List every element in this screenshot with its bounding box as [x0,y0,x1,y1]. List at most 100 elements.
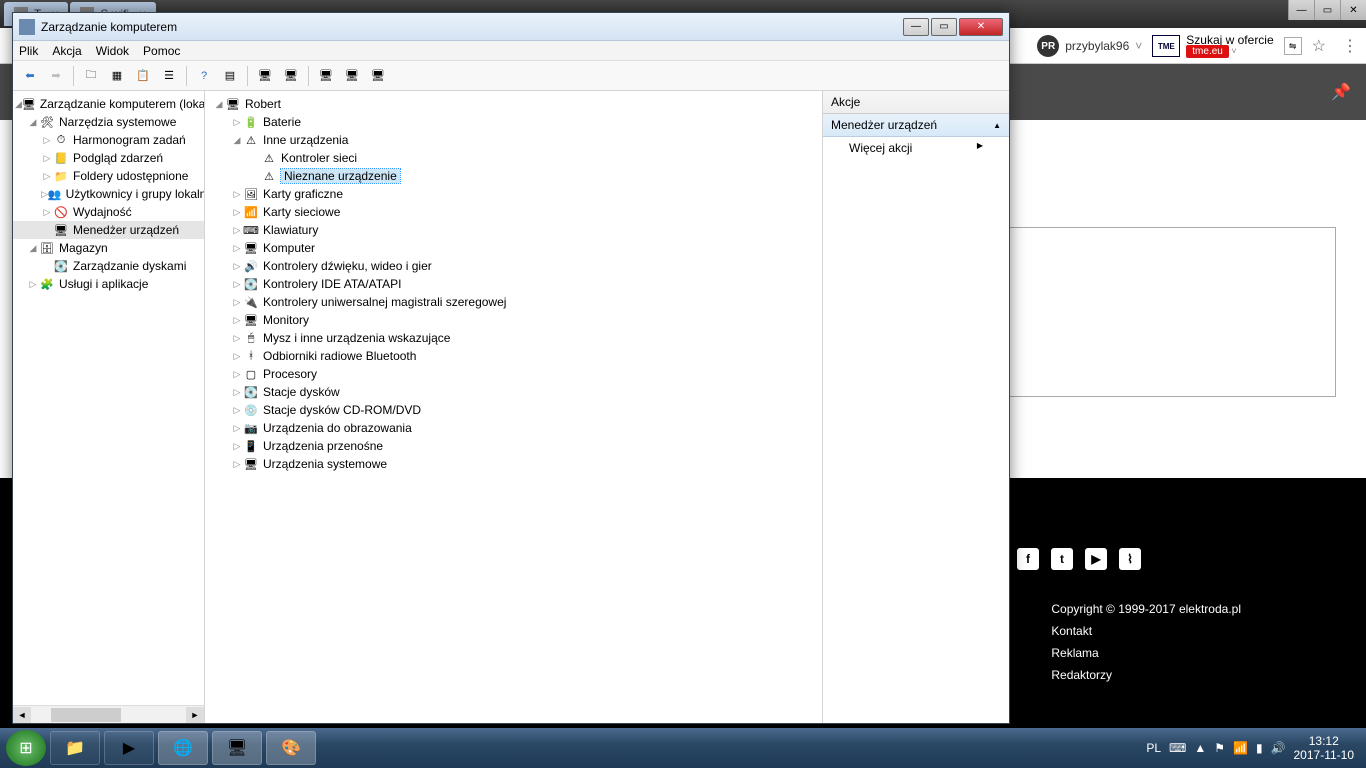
expand-icon[interactable]: ▷ [231,225,243,236]
taskbar-explorer[interactable]: 📁 [50,731,100,765]
actions-section[interactable]: Menedżer urządzeń▲ [823,114,1009,137]
menu-help[interactable]: Pomoc [143,44,180,58]
expand-icon[interactable]: ▷ [231,387,243,398]
footer-link[interactable]: Kontakt [1051,620,1241,642]
tree-item[interactable]: ▷⏱Harmonogram zadań [13,131,204,149]
network-icon[interactable]: 📶 [1233,741,1248,755]
properties-button[interactable]: ☰ [158,65,180,87]
export-list-button[interactable]: 📋 [132,65,154,87]
device-category[interactable]: ▷🖼Karty graficzne [213,185,822,203]
expand-icon[interactable]: ▷ [231,243,243,254]
device-item-unknown[interactable]: ⚠Nieznane urządzenie [213,167,822,185]
device-button[interactable]: 🖥 [280,65,302,87]
device-category[interactable]: ▷🔌Kontrolery uniwersalnej magistrali sze… [213,293,822,311]
forward-button[interactable]: ➡ [45,65,67,87]
minimize-button[interactable]: — [903,18,929,36]
footer-link[interactable]: Redaktorzy [1051,664,1241,686]
user-profile[interactable]: PR przybylak96˅ [1037,35,1142,57]
expand-icon[interactable]: ▷ [231,351,243,362]
tree-device-manager[interactable]: 🖥Menedżer urządzeń [13,221,204,239]
device-root[interactable]: ◢🖥Robert [213,95,822,113]
device-tree[interactable]: ◢🖥Robert ▷🔋Baterie ◢⚠Inne urządzenia ⚠Ko… [205,91,823,723]
scan-hardware-button[interactable]: 🖥 [254,65,276,87]
refresh-button[interactable]: ▤ [219,65,241,87]
expand-icon[interactable]: ▷ [231,459,243,470]
up-button[interactable]: 🗀 [80,65,102,87]
expand-icon[interactable]: ▷ [27,279,39,290]
expand-icon[interactable]: ◢ [27,117,39,128]
language-indicator[interactable]: PL [1146,741,1161,755]
twitter-icon[interactable]: t [1051,548,1073,570]
battery-icon[interactable]: ▮ [1256,741,1263,755]
close-button[interactable]: ✕ [959,18,1003,36]
back-button[interactable]: ⬅ [19,65,41,87]
translate-icon[interactable]: ⇋ [1284,37,1302,55]
tree-item[interactable]: ▷👥Użytkownicy i grupy lokalne [13,185,204,203]
uninstall-button[interactable]: 🖥 [341,65,363,87]
expand-icon[interactable]: ▷ [231,261,243,272]
expand-icon[interactable]: ▷ [231,405,243,416]
collapse-icon[interactable]: ◢ [231,135,243,146]
expand-icon[interactable]: ▷ [41,135,53,146]
tree-item[interactable]: 💽Zarządzanie dyskami [13,257,204,275]
help-button[interactable]: ? [193,65,215,87]
menu-file[interactable]: Plik [19,44,38,58]
device-category[interactable]: ▷▢Procesory [213,365,822,383]
update-driver-button[interactable]: 🖥 [315,65,337,87]
footer-link[interactable]: Reklama [1051,642,1241,664]
expand-icon[interactable]: ▷ [41,171,53,182]
scroll-thumb[interactable] [51,708,121,722]
tme-widget[interactable]: TME Szukaj w ofercie tme.eu ˅ [1152,35,1273,57]
volume-icon[interactable]: 🔊 [1271,741,1286,755]
device-category[interactable]: ▷💽Kontrolery IDE ATA/ATAPI [213,275,822,293]
taskbar-paint[interactable]: 🎨 [266,731,316,765]
expand-icon[interactable]: ▷ [231,441,243,452]
start-button[interactable]: ⊞ [6,730,46,766]
tree-storage[interactable]: ◢🗄Magazyn [13,239,204,257]
show-hide-tree-button[interactable]: ▦ [106,65,128,87]
expand-icon[interactable]: ▷ [231,279,243,290]
menu-icon[interactable]: ⋮ [1342,36,1358,56]
expand-icon[interactable]: ▷ [231,369,243,380]
maximize-button[interactable]: ▭ [931,18,957,36]
action-center-icon[interactable]: ⚑ [1214,741,1225,755]
device-category[interactable]: ▷⌨Klawiatury [213,221,822,239]
device-category[interactable]: ▷🖥Urządzenia systemowe [213,455,822,473]
device-category[interactable]: ▷💿Stacje dysków CD-ROM/DVD [213,401,822,419]
device-category[interactable]: ▷🖥Komputer [213,239,822,257]
rss-icon[interactable]: ⌇ [1119,548,1141,570]
taskbar[interactable]: ⊞ 📁 ▶ 🌐 🖥 🎨 PL ⌨ ▲ ⚑ 📶 ▮ 🔊 13:12 2017-11… [0,728,1366,768]
expand-icon[interactable]: ▷ [231,189,243,200]
expand-icon[interactable]: ▷ [41,207,53,218]
collapse-icon[interactable]: ◢ [213,99,225,110]
minimize-button[interactable]: — [1288,0,1314,20]
youtube-icon[interactable]: ▶ [1085,548,1107,570]
tree-services[interactable]: ▷🧩Usługi i aplikacje [13,275,204,293]
menu-action[interactable]: Akcja [52,44,81,58]
actions-more[interactable]: Więcej akcji▶ [823,137,1009,159]
horizontal-scrollbar[interactable]: ◄ ► [13,705,204,723]
taskbar-mmc[interactable]: 🖥 [212,731,262,765]
taskbar-media-player[interactable]: ▶ [104,731,154,765]
tree-system-tools[interactable]: ◢🛠Narzędzia systemowe [13,113,204,131]
device-category-other[interactable]: ◢⚠Inne urządzenia [213,131,822,149]
clock[interactable]: 13:12 2017-11-10 [1294,734,1355,762]
device-category[interactable]: ▷🔋Baterie [213,113,822,131]
device-category[interactable]: ▷📷Urządzenia do obrazowania [213,419,822,437]
device-category[interactable]: ▷🖱Mysz i inne urządzenia wskazujące [213,329,822,347]
expand-icon[interactable]: ▷ [231,423,243,434]
scroll-right-icon[interactable]: ► [186,707,204,723]
expand-icon[interactable]: ◢ [27,243,39,254]
tray-chevron-icon[interactable]: ▲ [1194,741,1206,755]
tree-item[interactable]: ▷📁Foldery udostępnione [13,167,204,185]
tree-item[interactable]: ▷🚫Wydajność [13,203,204,221]
pin-icon[interactable]: 📌 [1331,82,1351,102]
titlebar[interactable]: Zarządzanie komputerem — ▭ ✕ [13,13,1009,41]
tree-root[interactable]: ◢🖥Zarządzanie komputerem (lokalne) [13,95,204,113]
close-button[interactable]: ✕ [1340,0,1366,20]
device-category[interactable]: ▷💽Stacje dysków [213,383,822,401]
scroll-left-icon[interactable]: ◄ [13,707,31,723]
console-tree[interactable]: ◢🖥Zarządzanie komputerem (lokalne) ◢🛠Nar… [13,91,205,723]
expand-icon[interactable]: ▷ [231,315,243,326]
device-item[interactable]: ⚠Kontroler sieci [213,149,822,167]
